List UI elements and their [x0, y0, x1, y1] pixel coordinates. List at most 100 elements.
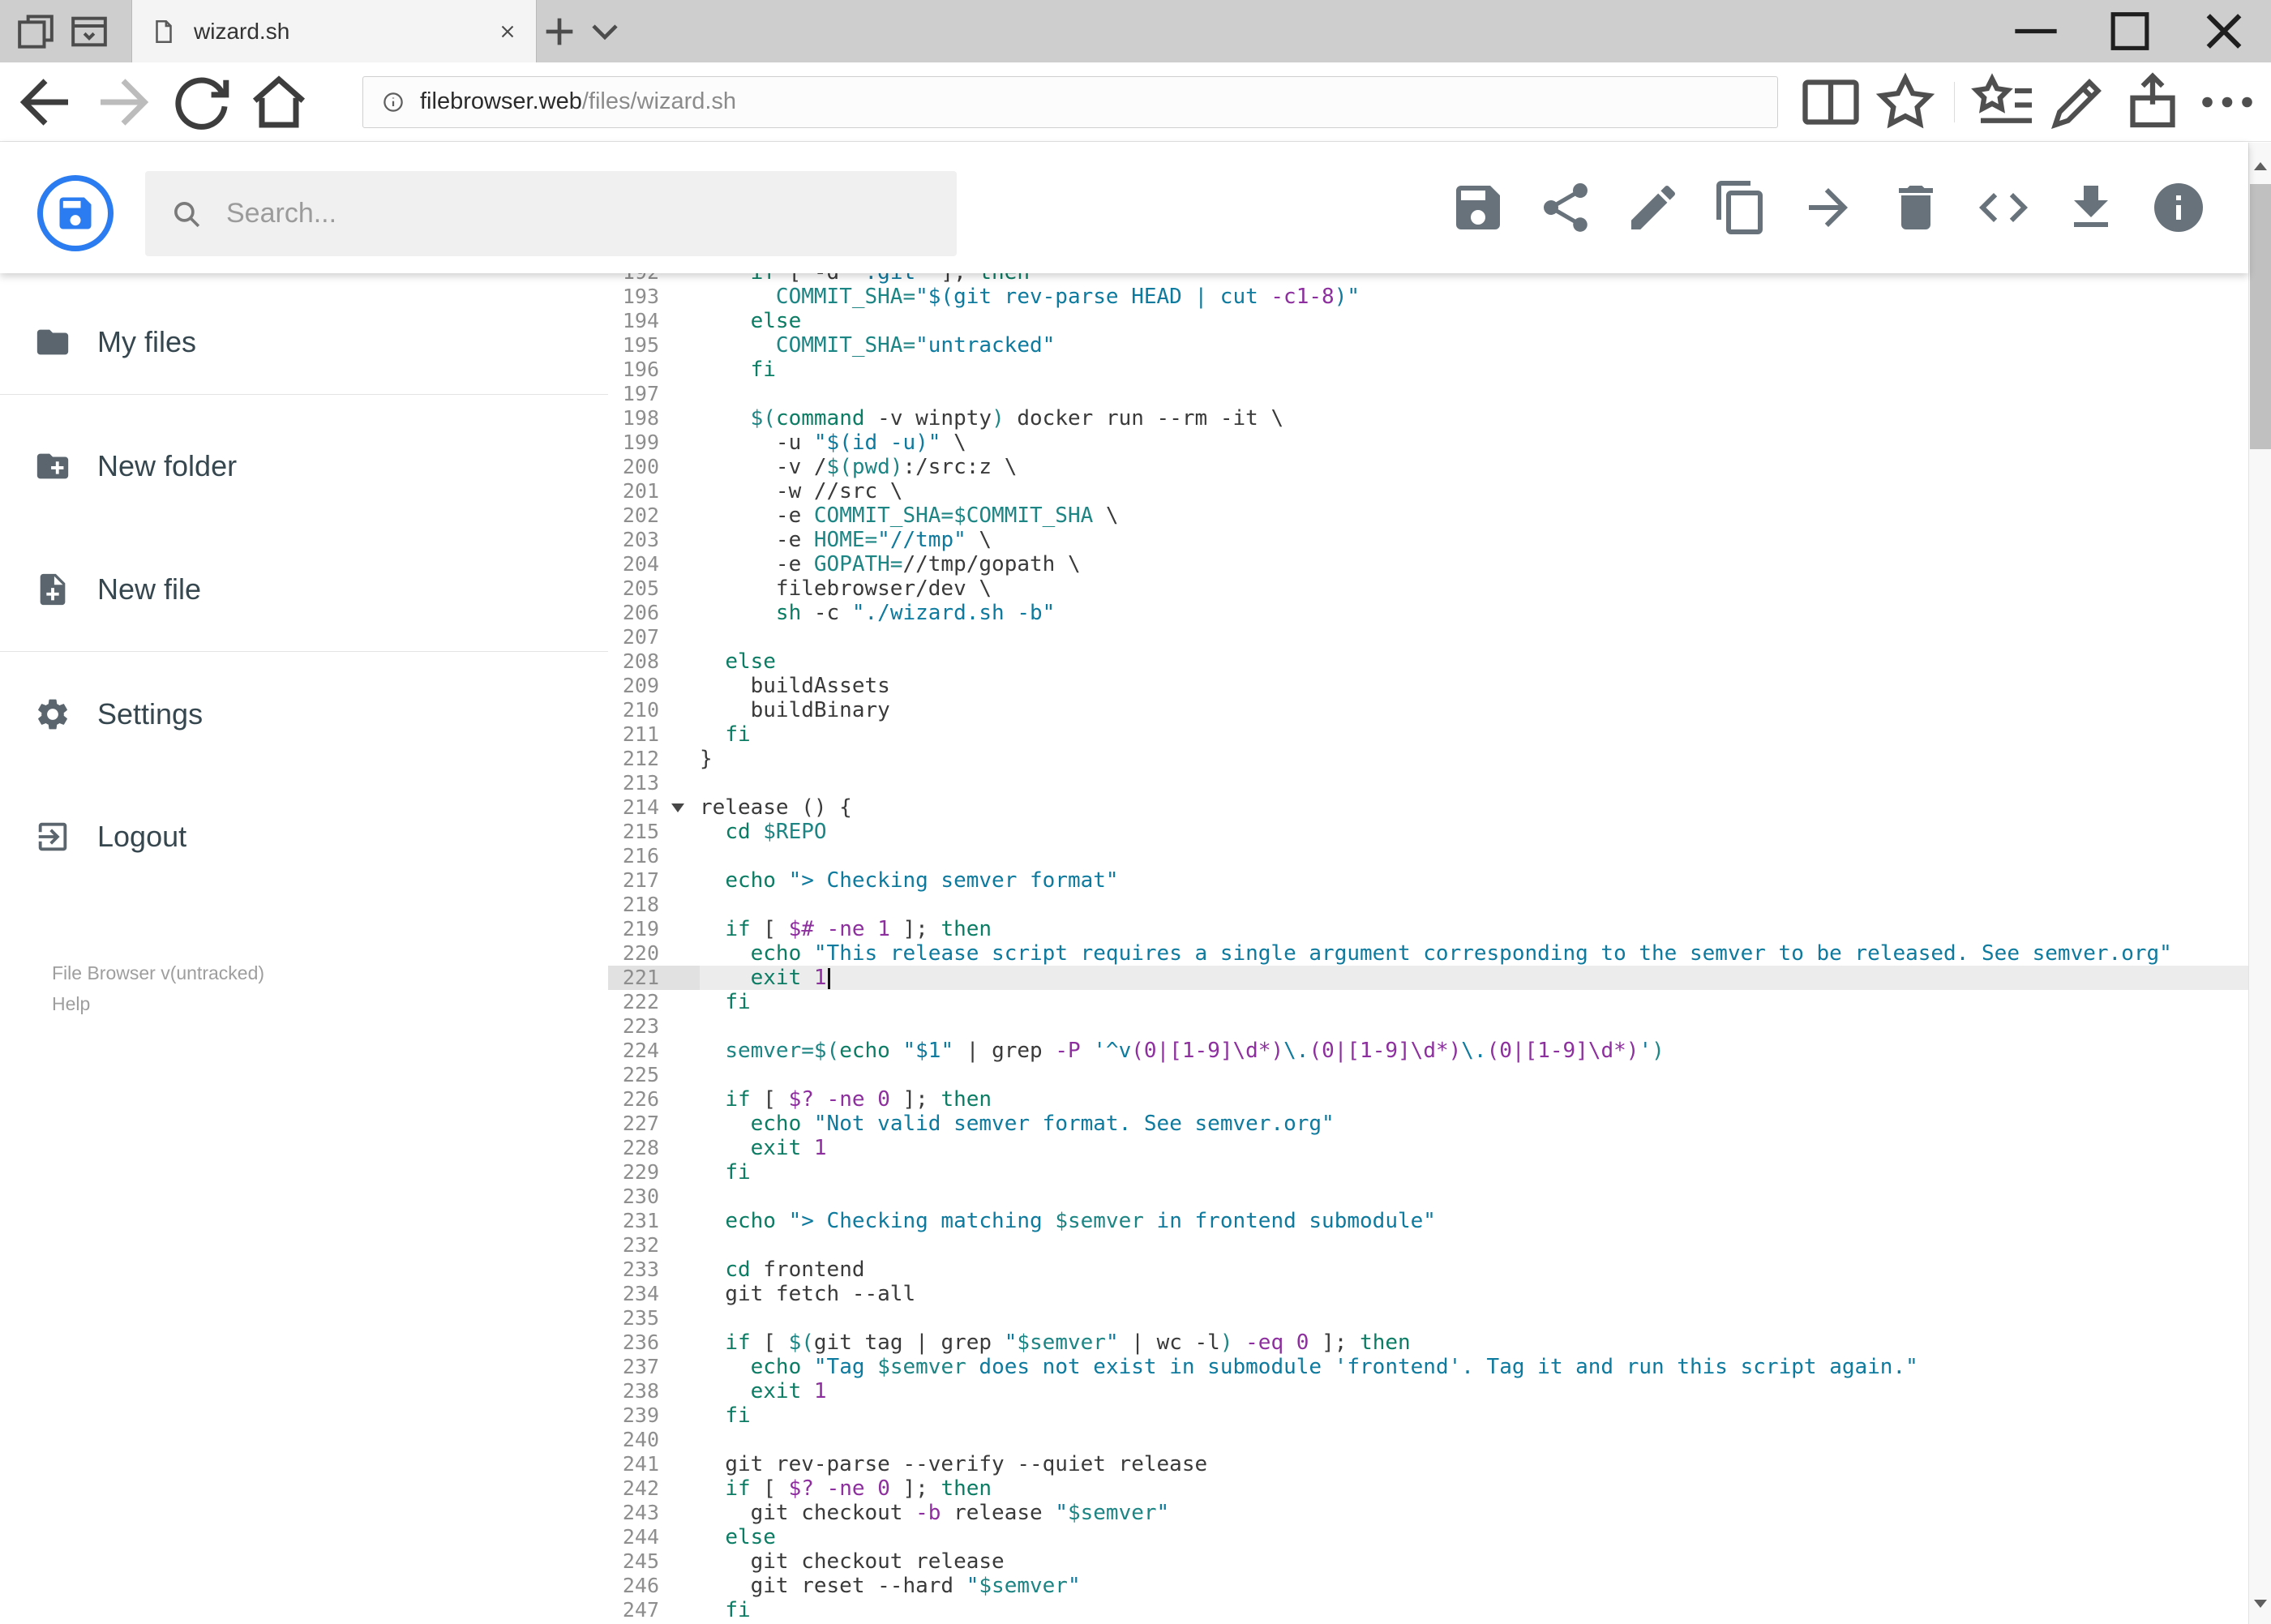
maximize-button[interactable]	[2083, 0, 2177, 62]
line-number[interactable]: 242	[608, 1476, 700, 1501]
line-number[interactable]: 195	[608, 333, 700, 358]
code-line-213[interactable]: 213	[608, 771, 2248, 795]
line-number[interactable]: 204	[608, 552, 700, 576]
code-line-193[interactable]: 193 COMMIT_SHA="$(git rev-parse HEAD | c…	[608, 285, 2248, 309]
code-line-214[interactable]: 214 release () {	[608, 795, 2248, 820]
line-number[interactable]: 226	[608, 1087, 700, 1112]
line-number[interactable]: 199	[608, 431, 700, 455]
hub-icon[interactable]	[1966, 68, 2041, 136]
code-line-199[interactable]: 199 -u "$(id -u)" \	[608, 431, 2248, 455]
line-number[interactable]: 203	[608, 528, 700, 552]
code-line-237[interactable]: 237 echo "Tag $semver does not exist in …	[608, 1355, 2248, 1379]
home-button[interactable]	[240, 68, 318, 136]
code-line-215[interactable]: 215 cd $REPO	[608, 820, 2248, 844]
url-bar[interactable]: filebrowser.web/files/wizard.sh	[362, 75, 1778, 128]
code-line-223[interactable]: 223	[608, 1014, 2248, 1039]
forward-button[interactable]	[84, 68, 162, 136]
search-input[interactable]	[225, 197, 949, 230]
line-number[interactable]: 214	[608, 795, 700, 820]
line-number[interactable]: 209	[608, 674, 700, 698]
tab-close-icon[interactable]	[497, 21, 518, 42]
code-line-206[interactable]: 206 sh -c "./wizard.sh -b"	[608, 601, 2248, 625]
line-number[interactable]: 192	[608, 273, 700, 285]
line-number[interactable]: 234	[608, 1282, 700, 1306]
code-line-240[interactable]: 240	[608, 1428, 2248, 1452]
line-number[interactable]: 216	[608, 844, 700, 868]
code-line-239[interactable]: 239 fi	[608, 1403, 2248, 1428]
tabs-aside-icon[interactable]	[13, 7, 58, 56]
line-number[interactable]: 197	[608, 382, 700, 406]
share-icon[interactable]	[2115, 68, 2190, 136]
line-number[interactable]: 247	[608, 1598, 700, 1622]
filebrowser-logo[interactable]	[37, 175, 114, 251]
help-link[interactable]: Help	[52, 988, 264, 1019]
code-line-218[interactable]: 218	[608, 893, 2248, 917]
line-number[interactable]: 232	[608, 1233, 700, 1258]
code-line-235[interactable]: 235	[608, 1306, 2248, 1330]
scrollbar-down-arrow[interactable]	[2254, 1600, 2267, 1608]
info-button[interactable]	[2149, 178, 2208, 237]
code-line-228[interactable]: 228 exit 1	[608, 1136, 2248, 1160]
reading-view-icon[interactable]	[1793, 68, 1868, 136]
code-line-201[interactable]: 201 -w //src \	[608, 479, 2248, 503]
code-line-192[interactable]: 192 if [ -d ".git" ]; then	[608, 273, 2248, 285]
sidebar-item-settings[interactable]: Settings	[0, 679, 608, 749]
back-button[interactable]	[6, 68, 84, 136]
refresh-button[interactable]	[162, 68, 240, 136]
fold-arrow-icon[interactable]	[671, 803, 684, 812]
code-line-209[interactable]: 209 buildAssets	[608, 674, 2248, 698]
code-line-212[interactable]: 212}	[608, 747, 2248, 771]
line-number[interactable]: 220	[608, 941, 700, 966]
code-line-196[interactable]: 196 fi	[608, 358, 2248, 382]
line-number[interactable]: 218	[608, 893, 700, 917]
line-number[interactable]: 206	[608, 601, 700, 625]
scrollbar-up-arrow[interactable]	[2254, 162, 2267, 170]
line-number[interactable]: 208	[608, 649, 700, 674]
line-number[interactable]: 238	[608, 1379, 700, 1403]
copy-button[interactable]	[1712, 178, 1770, 237]
code-line-211[interactable]: 211 fi	[608, 722, 2248, 747]
code-line-230[interactable]: 230	[608, 1185, 2248, 1209]
download-button[interactable]	[2062, 178, 2120, 237]
line-number[interactable]: 236	[608, 1330, 700, 1355]
line-number[interactable]: 222	[608, 990, 700, 1014]
code-line-238[interactable]: 238 exit 1	[608, 1379, 2248, 1403]
line-number[interactable]: 223	[608, 1014, 700, 1039]
code-line-225[interactable]: 225	[608, 1063, 2248, 1087]
share-button[interactable]	[1536, 178, 1595, 237]
line-number[interactable]: 212	[608, 747, 700, 771]
code-editor[interactable]: 192 if [ -d ".git" ]; then193 COMMIT_SHA…	[608, 273, 2248, 1624]
code-line-221[interactable]: 221 exit 1	[608, 966, 2248, 990]
line-number[interactable]: 241	[608, 1452, 700, 1476]
line-number[interactable]: 196	[608, 358, 700, 382]
line-number[interactable]: 246	[608, 1574, 700, 1598]
code-line-203[interactable]: 203 -e HOME="//tmp" \	[608, 528, 2248, 552]
code-line-227[interactable]: 227 echo "Not valid semver format. See s…	[608, 1112, 2248, 1136]
line-number[interactable]: 202	[608, 503, 700, 528]
line-number[interactable]: 217	[608, 868, 700, 893]
code-line-224[interactable]: 224 semver=$(echo "$1" | grep -P '^v(0|[…	[608, 1039, 2248, 1063]
code-line-247[interactable]: 247 fi	[608, 1598, 2248, 1622]
line-number[interactable]: 219	[608, 917, 700, 941]
line-number[interactable]: 200	[608, 455, 700, 479]
code-line-231[interactable]: 231 echo "> Checking matching $semver in…	[608, 1209, 2248, 1233]
line-number[interactable]: 225	[608, 1063, 700, 1087]
code-line-207[interactable]: 207	[608, 625, 2248, 649]
delete-button[interactable]	[1887, 178, 1945, 237]
search-box[interactable]	[145, 171, 957, 256]
sidebar-item-new-file[interactable]: New file	[0, 555, 608, 624]
more-options-icon[interactable]	[2190, 68, 2265, 136]
line-number[interactable]: 227	[608, 1112, 700, 1136]
code-line-200[interactable]: 200 -v /$(pwd):/src:z \	[608, 455, 2248, 479]
save-button[interactable]	[1449, 178, 1507, 237]
line-number[interactable]: 233	[608, 1258, 700, 1282]
code-line-246[interactable]: 246 git reset --hard "$semver"	[608, 1574, 2248, 1598]
line-number[interactable]: 224	[608, 1039, 700, 1063]
sidebar-item-my-files[interactable]: My files	[0, 307, 608, 377]
web-note-pen-icon[interactable]	[2041, 68, 2115, 136]
move-button[interactable]	[1799, 178, 1858, 237]
scrollbar-thumb[interactable]	[2250, 184, 2271, 449]
code-line-234[interactable]: 234 git fetch --all	[608, 1282, 2248, 1306]
window-close-button[interactable]	[2177, 0, 2271, 62]
line-number[interactable]: 193	[608, 285, 700, 309]
